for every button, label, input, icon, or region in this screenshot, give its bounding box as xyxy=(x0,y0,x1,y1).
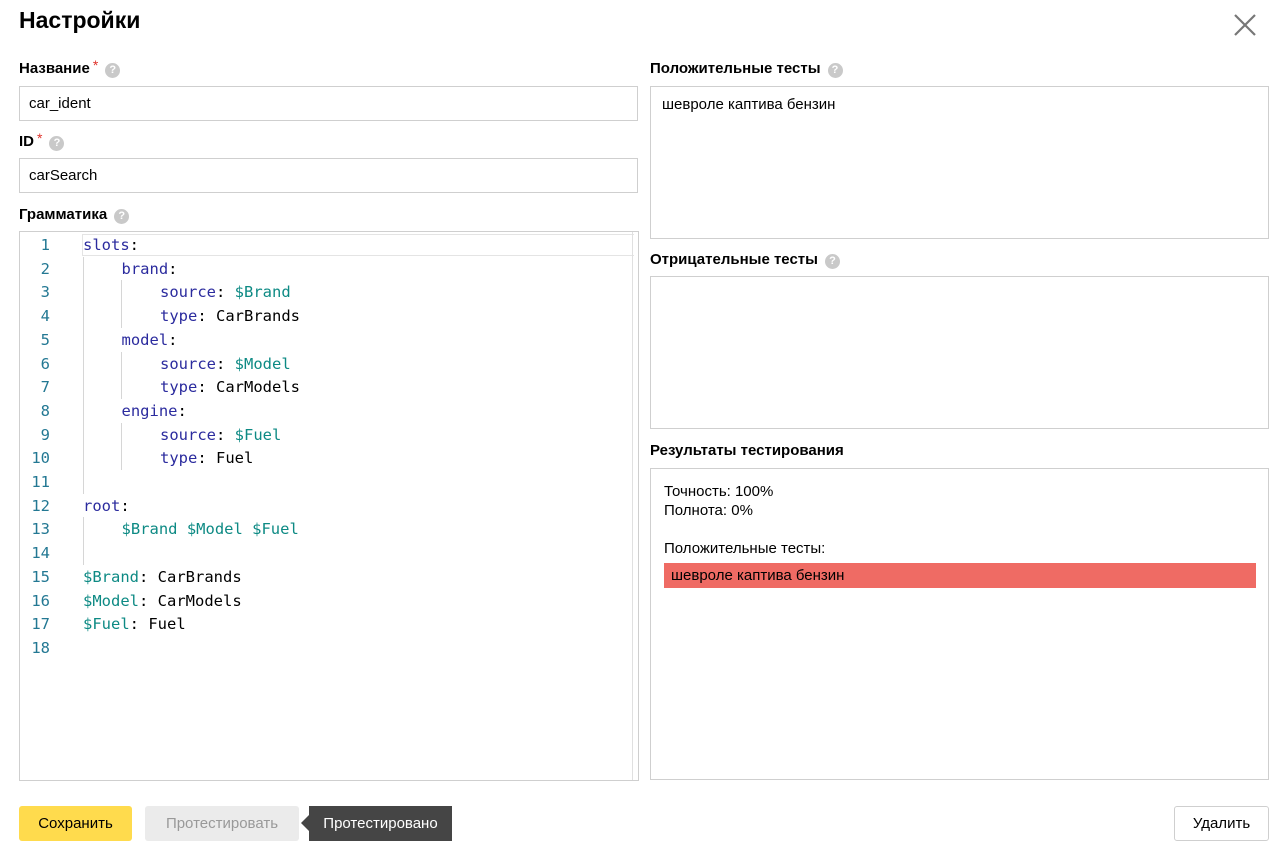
code-text: $Brand $Model $Fuel xyxy=(121,520,299,539)
line-number: 12 xyxy=(31,496,50,515)
indent-guide xyxy=(121,422,122,470)
code-line[interactable]: 12 root: xyxy=(20,494,620,518)
code-line[interactable]: 15 $Brand: CarBrands xyxy=(20,565,620,589)
grammar-label: Грамматика ? xyxy=(19,206,130,224)
required-mark: * xyxy=(92,56,99,73)
code-line[interactable]: 16 $Model: CarModels xyxy=(20,589,620,613)
name-field[interactable]: car_ident xyxy=(19,86,638,121)
id-label-text: ID xyxy=(19,133,34,150)
negative-tests-label: Отрицательные тесты ? xyxy=(650,251,840,269)
grammar-editor[interactable]: 1 slots: 2 brand: 3 source: $Brand 4 type: CarB… xyxy=(19,231,639,781)
code-text: $Model: CarModels xyxy=(83,591,242,610)
indent-guide xyxy=(121,280,122,328)
required-mark: * xyxy=(37,129,43,146)
delete-button[interactable]: Удалить xyxy=(1174,806,1269,841)
dialog-title: Настройки xyxy=(19,7,141,33)
positive-tests-label: Положительные тесты ? xyxy=(650,60,843,78)
line-number: 8 xyxy=(40,401,50,420)
code-line[interactable]: 6 source: $Model xyxy=(20,352,620,376)
code-text: slots: xyxy=(83,236,140,254)
line-number: 14 xyxy=(31,544,50,563)
line-number: 16 xyxy=(31,591,50,610)
line-number: 10 xyxy=(31,449,50,468)
code-line[interactable]: 1 slots: xyxy=(20,233,620,257)
editor-scrollbar[interactable] xyxy=(632,232,638,780)
code-text: source: $Brand xyxy=(160,283,291,302)
code-line[interactable]: 13 $Brand $Model $Fuel xyxy=(20,517,620,541)
results-label: Результаты тестирования xyxy=(650,442,844,459)
line-number: 11 xyxy=(31,473,50,491)
name-label-text: Название xyxy=(19,60,90,77)
positive-tests-textarea[interactable]: шевроле каптива бензин xyxy=(650,86,1269,239)
code-line[interactable]: 17 $Fuel: Fuel xyxy=(20,612,620,636)
help-icon[interactable]: ? xyxy=(827,63,843,78)
code-text: model: xyxy=(121,330,178,349)
code-text: brand: xyxy=(121,259,178,278)
line-number: 3 xyxy=(40,283,50,302)
results-label-text: Результаты тестирования xyxy=(650,442,844,459)
id-field[interactable]: carSearch xyxy=(19,158,638,193)
code-text: $Brand: CarBrands xyxy=(83,567,242,586)
line-number: 2 xyxy=(40,259,50,278)
help-icon[interactable]: ? xyxy=(105,63,121,78)
code-line[interactable]: 18 xyxy=(20,636,620,660)
indent-guide xyxy=(83,256,84,470)
code-line[interactable]: 9 source: $Fuel xyxy=(20,423,620,447)
line-number: 6 xyxy=(40,354,50,373)
line-number: 7 xyxy=(40,378,50,397)
code-text: $Fuel: Fuel xyxy=(83,615,186,634)
recall-text: Полнота: 0% xyxy=(664,502,753,519)
code-line[interactable]: 3 source: $Brand xyxy=(20,280,620,304)
code-line[interactable]: 14 xyxy=(20,541,620,565)
code-line[interactable]: 11 xyxy=(20,470,620,494)
positive-tests-label-text: Положительные тесты xyxy=(650,60,821,77)
failed-test-item: шевроле каптива бензин xyxy=(664,563,1256,588)
results-panel: Точность: 100% Полнота: 0% Положительные… xyxy=(650,468,1269,780)
code-text: source: $Fuel xyxy=(160,425,282,444)
grammar-label-text: Грамматика xyxy=(19,206,108,223)
code-text: type: CarModels xyxy=(160,378,300,397)
save-button[interactable]: Сохранить xyxy=(19,806,132,841)
help-icon[interactable]: ? xyxy=(114,209,130,224)
line-number: 13 xyxy=(31,520,50,539)
help-icon[interactable]: ? xyxy=(824,254,840,269)
close-icon[interactable] xyxy=(1232,12,1258,38)
code-line[interactable]: 10 type: Fuel xyxy=(20,446,620,470)
line-number: 15 xyxy=(31,567,50,586)
line-number: 9 xyxy=(40,425,50,444)
line-number: 5 xyxy=(40,330,50,349)
code-line[interactable]: 2 brand: xyxy=(20,257,620,281)
positive-results-header: Положительные тесты: xyxy=(664,540,826,557)
help-icon[interactable]: ? xyxy=(49,136,65,151)
name-label: Название * ? xyxy=(19,56,121,78)
tested-tooltip: Протестировано xyxy=(301,806,452,841)
line-number: 18 xyxy=(31,638,50,657)
line-number: 17 xyxy=(31,615,50,634)
code-text: root: xyxy=(83,496,130,515)
line-number: 1 xyxy=(40,236,50,254)
test-button: Протестировать xyxy=(145,806,299,841)
code-line[interactable]: 7 type: CarModels xyxy=(20,375,620,399)
negative-tests-textarea[interactable] xyxy=(650,276,1269,429)
indent-guide xyxy=(121,351,122,399)
code-line[interactable]: 5 model: xyxy=(20,328,620,352)
code-line[interactable]: 8 engine: xyxy=(20,399,620,423)
line-number: 4 xyxy=(40,307,50,326)
code-line[interactable]: 4 type: CarBrands xyxy=(20,304,620,328)
code-text: type: CarBrands xyxy=(160,307,300,326)
indent-guide xyxy=(83,517,84,565)
code-text: engine: xyxy=(121,401,187,420)
id-label: ID * ? xyxy=(19,129,65,151)
code-text: type: Fuel xyxy=(160,449,254,468)
negative-tests-label-text: Отрицательные тесты xyxy=(650,251,818,268)
indent-guide xyxy=(83,470,84,494)
precision-text: Точность: 100% xyxy=(664,483,774,500)
code-text: source: $Model xyxy=(160,354,291,373)
